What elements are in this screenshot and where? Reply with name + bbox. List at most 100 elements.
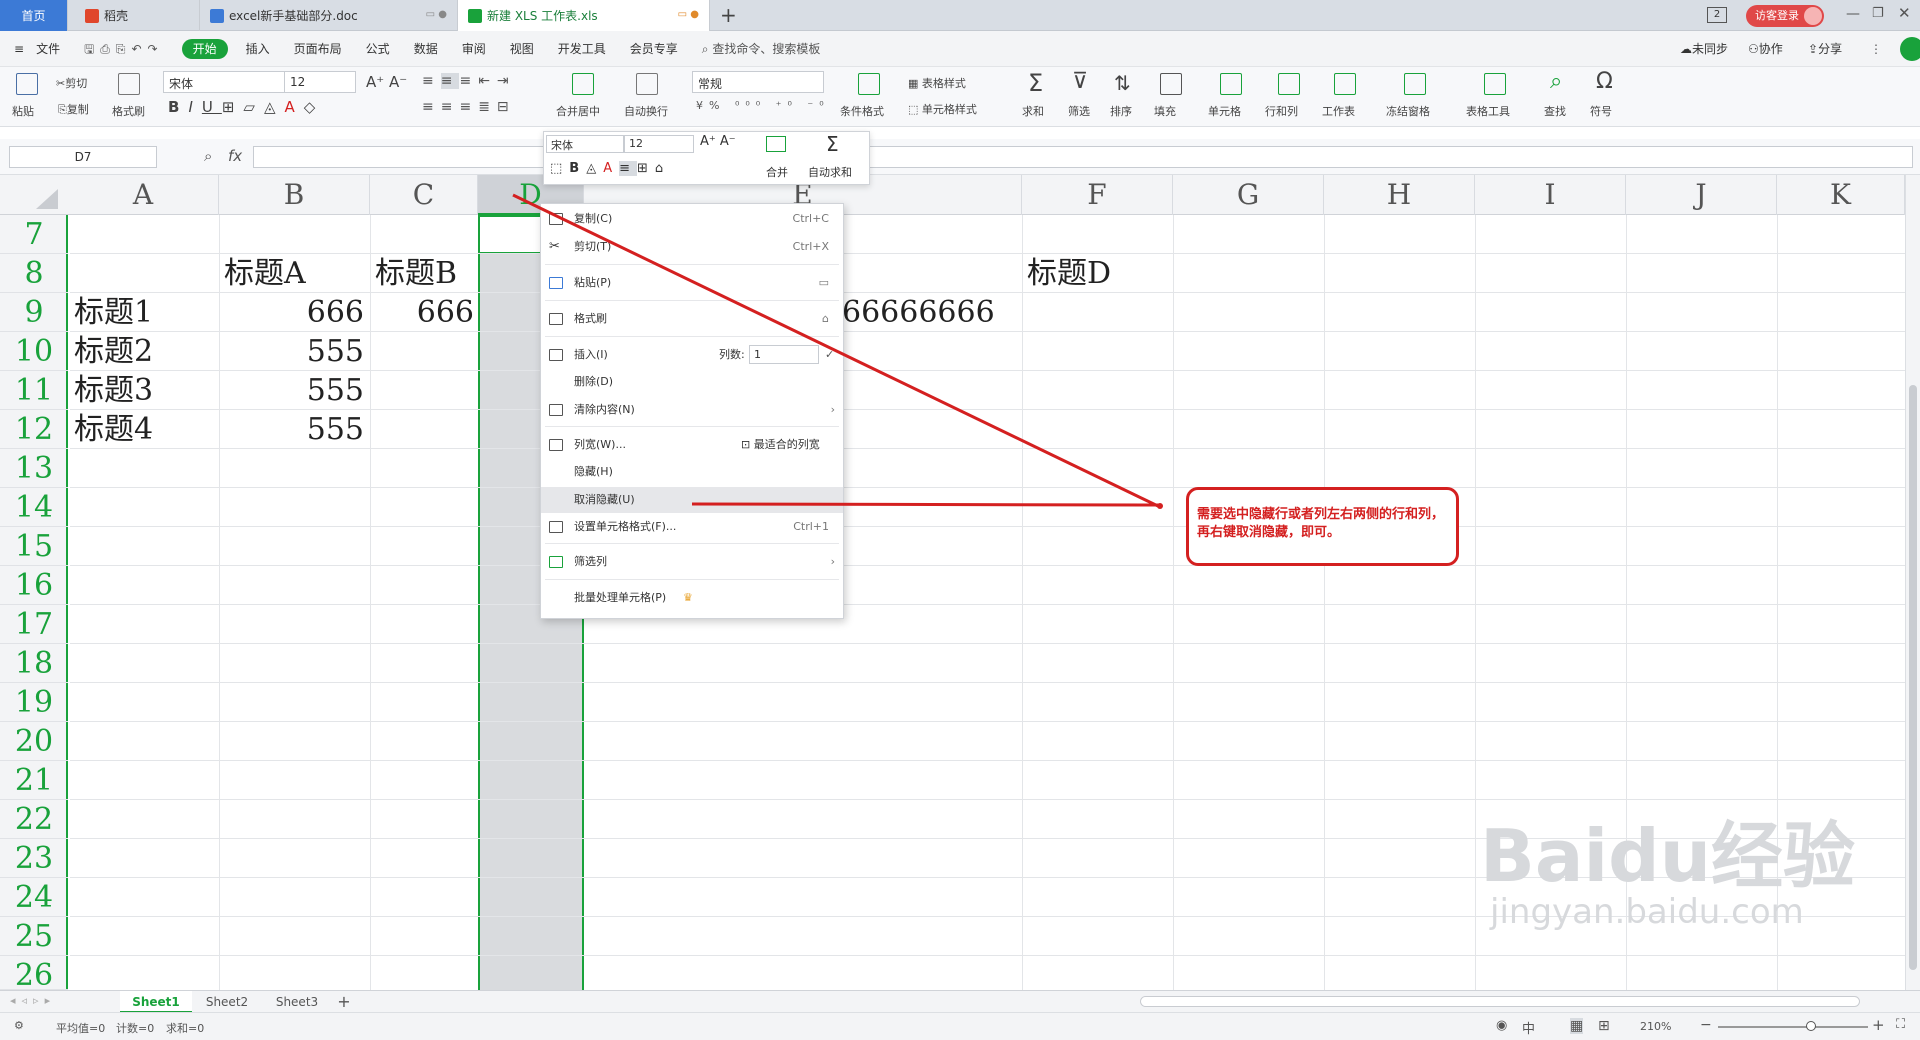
zoom-formula-icon[interactable]: ⌕	[204, 147, 212, 165]
row-header-16[interactable]: 16	[0, 566, 68, 605]
column-header-j[interactable]: J	[1626, 175, 1777, 215]
zoom-slider-knob[interactable]	[1806, 1021, 1816, 1031]
menu-view[interactable]: 视图	[498, 31, 546, 67]
font-size-select[interactable]: 12	[284, 71, 356, 93]
conditional-format-button[interactable]: 条件格式	[840, 103, 884, 119]
freeze-panes-button[interactable]: 冻结窗格	[1386, 103, 1430, 119]
login-button[interactable]: 访客登录	[1746, 5, 1824, 27]
cell-b8[interactable]: 标题A	[224, 254, 306, 293]
ctx-cut[interactable]: ✂ 剪切(T) Ctrl+X	[541, 234, 843, 260]
paste-options-icon[interactable]: ▭	[819, 270, 829, 296]
menu-developer[interactable]: 开发工具	[546, 31, 618, 67]
ctx-unhide[interactable]: 取消隐藏(U)	[541, 487, 843, 513]
mini-size-select[interactable]: 12	[624, 135, 694, 153]
column-header-a[interactable]: A	[68, 175, 219, 215]
cell-a11[interactable]: 标题3	[74, 371, 153, 410]
row-col-icon[interactable]	[1278, 73, 1300, 95]
zoom-level[interactable]: 210%	[1640, 1020, 1671, 1033]
tab-close-icon[interactable]: ▭ ●	[426, 9, 447, 20]
more-icon[interactable]: ⋮	[1870, 31, 1882, 67]
row-header-15[interactable]: 15	[0, 527, 68, 566]
restore-icon[interactable]: ❐	[1872, 6, 1884, 21]
number-format-select[interactable]: 常规	[692, 71, 824, 93]
zoom-slider[interactable]	[1718, 1026, 1868, 1028]
mini-font-select[interactable]: 宋体	[546, 135, 624, 153]
row-header-12[interactable]: 12	[0, 410, 68, 449]
mini-autosum-button[interactable]: 自动求和	[808, 164, 852, 180]
symbol-icon[interactable]: Ω	[1596, 69, 1613, 94]
cell-a10[interactable]: 标题2	[74, 332, 153, 371]
row-header-10[interactable]: 10	[0, 332, 68, 371]
copy-button[interactable]: ⎘复制	[58, 101, 89, 117]
ctx-format-painter[interactable]: 格式刷 ⌂	[541, 306, 843, 332]
row-header-8[interactable]: 8	[0, 254, 68, 293]
collab-button[interactable]: ⚇协作	[1748, 31, 1783, 67]
find-button[interactable]: 查找	[1544, 103, 1566, 119]
fx-button[interactable]: fx	[228, 147, 242, 165]
tab-home[interactable]: 首页	[0, 0, 68, 31]
mini-merge-icon[interactable]	[766, 136, 786, 152]
cut-button[interactable]: ✂剪切	[56, 75, 87, 91]
symbol-button[interactable]: 符号	[1590, 103, 1612, 119]
row-header-7[interactable]: 7	[0, 215, 68, 254]
cell-b12[interactable]: 555	[220, 410, 364, 449]
table-tools-icon[interactable]	[1484, 73, 1506, 95]
eye-protect-icon[interactable]: ◉	[1496, 1018, 1507, 1033]
row-header-9[interactable]: 9	[0, 293, 68, 332]
menu-member[interactable]: 会员专享	[618, 31, 690, 67]
formula-input[interactable]	[253, 146, 1913, 168]
row-header-21[interactable]: 21	[0, 761, 68, 800]
cell-f8[interactable]: 标题D	[1027, 254, 1111, 293]
column-header-f[interactable]: F	[1022, 175, 1173, 215]
filter-icon[interactable]: ⊽	[1072, 69, 1088, 94]
row-header-23[interactable]: 23	[0, 839, 68, 878]
row-header-26[interactable]: 26	[0, 956, 68, 993]
cell-c8[interactable]: 标题B	[375, 254, 457, 293]
fill-button[interactable]: 填充	[1154, 103, 1176, 119]
normal-view-icon[interactable]: ▦	[1570, 1018, 1584, 1034]
mini-merge-button[interactable]: 合并	[766, 164, 788, 180]
cell-e9[interactable]: 66666666	[842, 293, 995, 332]
merge-center-button[interactable]: 合并居中	[556, 103, 600, 119]
macro-icon[interactable]: ⚙	[14, 1019, 24, 1032]
ctx-best-fit[interactable]: ⊡ 最适合的列宽	[741, 432, 820, 458]
window-count-badge[interactable]: 2	[1707, 7, 1727, 23]
zoom-in-icon[interactable]: +	[1872, 1016, 1885, 1034]
ctx-col-width[interactable]: 列宽(W)... ⊡ 最适合的列宽	[541, 432, 843, 458]
add-sheet-button[interactable]: +	[332, 991, 356, 1013]
ctx-delete[interactable]: 删除(D)	[541, 369, 843, 395]
quick-access-icons[interactable]: 🖫⎙⎘↶↷	[72, 31, 176, 67]
ctx-copy[interactable]: 复制(C) Ctrl+C	[541, 206, 843, 232]
table-tools-button[interactable]: 表格工具	[1466, 103, 1510, 119]
format-painter-button[interactable]: 格式刷	[112, 103, 145, 119]
share-button[interactable]: ⇪分享	[1808, 31, 1842, 67]
sync-status[interactable]: ☁未同步	[1680, 31, 1728, 67]
tab-docer[interactable]: 稻壳	[75, 0, 200, 31]
ctx-insert[interactable]: 插入(I) 列数: 1 ✓	[541, 342, 843, 368]
cell-b10[interactable]: 555	[220, 332, 364, 371]
mini-font-resize-icons[interactable]: A⁺ A⁻	[700, 134, 736, 149]
ctx-batch[interactable]: 批量处理单元格(P) ♛	[541, 585, 843, 611]
cell-b11[interactable]: 555	[220, 371, 364, 410]
tab-xls-file[interactable]: 新建 XLS 工作表.xls ▭ ●	[458, 0, 710, 31]
column-header-g[interactable]: G	[1173, 175, 1324, 215]
menu-review[interactable]: 审阅	[450, 31, 498, 67]
cells-icon[interactable]	[1220, 73, 1242, 95]
row-header-25[interactable]: 25	[0, 917, 68, 956]
sheet-nav-arrows[interactable]: ◂◃▹▸	[10, 994, 56, 1007]
font-grow-shrink-icons[interactable]: A⁺ A⁻	[366, 73, 407, 91]
tab-modified-icon[interactable]: ▭ ●	[678, 9, 699, 20]
format-painter-icon[interactable]	[118, 73, 140, 95]
row-header-20[interactable]: 20	[0, 722, 68, 761]
sum-icon[interactable]: Σ	[1028, 69, 1043, 97]
input-method-icon[interactable]: 中	[1522, 1018, 1535, 1037]
select-all-corner[interactable]	[36, 189, 58, 209]
align-horizontal-icons[interactable]: ≡≡≡≣⊟	[422, 99, 516, 115]
horizontal-scrollbar[interactable]	[1140, 996, 1860, 1007]
align-top-icons[interactable]: ≡≡≡⇤⇥	[422, 73, 516, 89]
sum-button[interactable]: 求和	[1022, 103, 1044, 119]
sort-icon[interactable]: ⇅	[1114, 71, 1131, 95]
page-view-icon[interactable]: ⊞	[1598, 1018, 1610, 1034]
row-col-button[interactable]: 行和列	[1265, 103, 1298, 119]
menu-data[interactable]: 数据	[402, 31, 450, 67]
